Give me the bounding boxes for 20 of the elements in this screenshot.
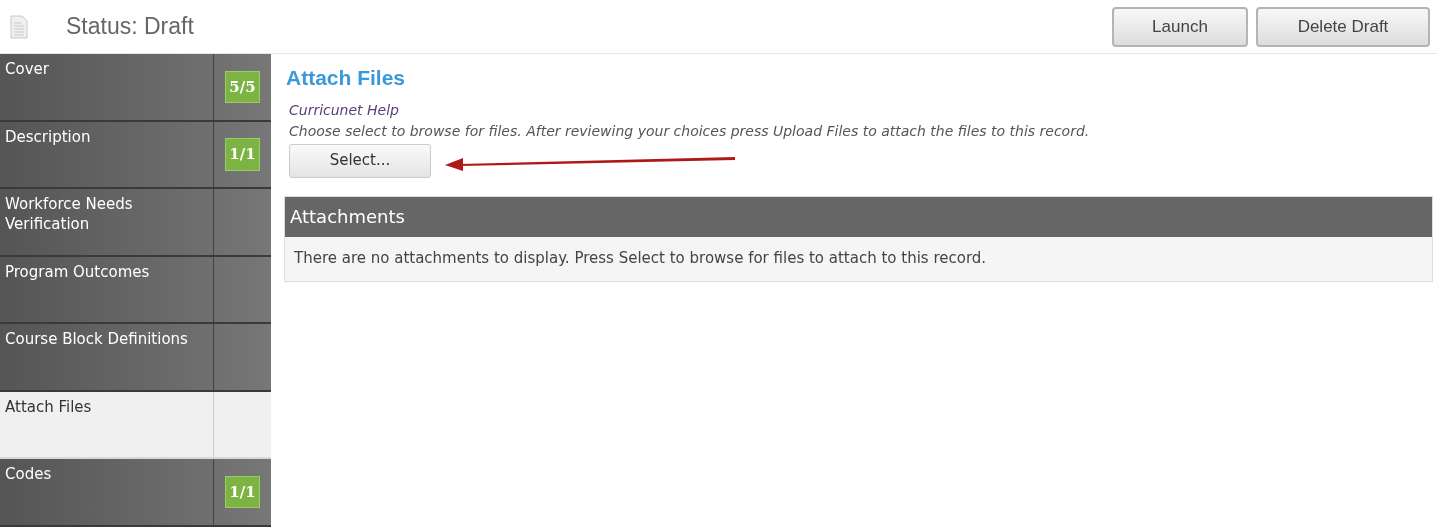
toolbar-button[interactable]: Delete Draft xyxy=(1256,6,1430,47)
sidebar-item[interactable]: Codes 1/1 xyxy=(0,459,271,527)
sidebar-item[interactable]: Workforce Needs Verification xyxy=(0,189,271,257)
select-button[interactable]: Select... xyxy=(289,143,431,178)
help-link[interactable]: Curricunet Help xyxy=(289,99,399,121)
page-title: Attach Files xyxy=(286,65,407,91)
sidebar-item[interactable]: Attach Files xyxy=(0,391,271,459)
sidebar-item[interactable]: Course Block Definitions xyxy=(0,324,271,392)
sidebar-item[interactable]: Description 1/1 xyxy=(0,121,271,189)
attachments-header: Attachments xyxy=(285,196,1432,237)
toolbar-button[interactable]: Launch xyxy=(1112,6,1248,47)
status-title: Status: Draft xyxy=(66,12,194,42)
progress-badge: 1/1 xyxy=(225,475,260,508)
document-icon xyxy=(10,14,28,39)
sidebar-item[interactable]: Program Outcomes xyxy=(0,256,271,324)
progress-badge: 5/5 xyxy=(225,70,260,103)
empty-message: There are no attachments to display. Press Select to browse for files to attach to this record. xyxy=(285,236,1432,281)
help-text: Choose select to browse for files. After reviewing your choices press Upload Files to attach the files to this record. xyxy=(289,121,1090,141)
progress-badge: 1/1 xyxy=(225,138,260,171)
sidebar-item[interactable]: Cover 5/5 xyxy=(0,54,271,122)
